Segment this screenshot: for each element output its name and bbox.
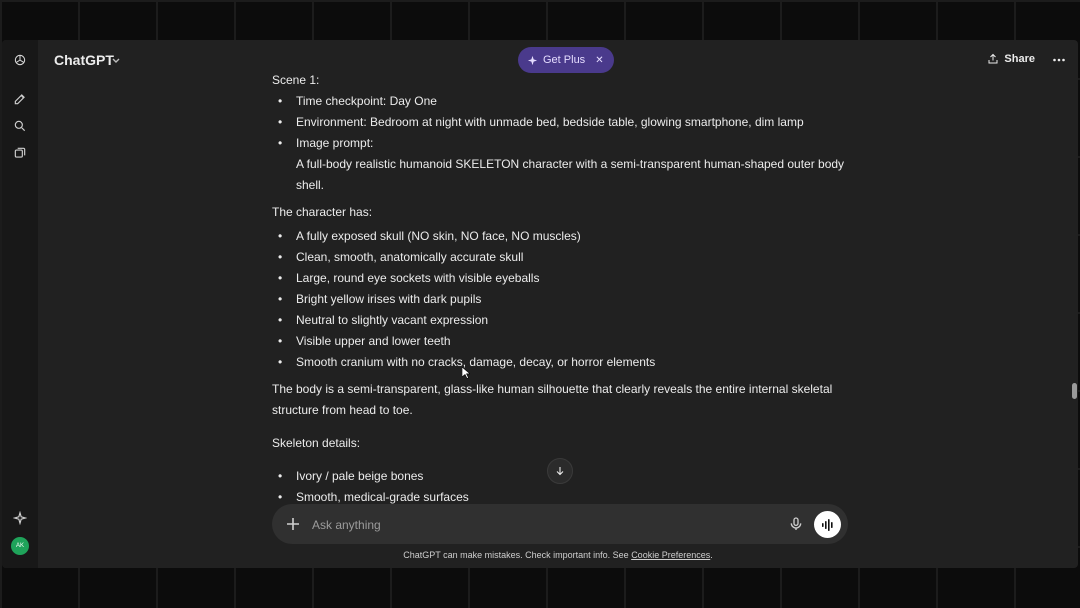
disclaimer-text: ChatGPT can make mistakes. Check importa… xyxy=(403,550,632,560)
list-item: Smooth cranium with no cracks, damage, d… xyxy=(272,352,852,373)
avatar[interactable]: AK xyxy=(11,537,29,555)
list-item: Image prompt: A full-body realistic huma… xyxy=(272,133,852,196)
library-icon[interactable] xyxy=(12,145,28,161)
voice-mode-button[interactable] xyxy=(814,511,841,538)
scene-list: Time checkpoint: Day One Environment: Be… xyxy=(272,91,852,196)
chat-input[interactable] xyxy=(310,514,734,536)
skeleton-heading: Skeleton details: xyxy=(272,436,361,450)
character-heading: The character has: xyxy=(272,205,373,219)
sparkle-icon xyxy=(527,55,538,65)
mouse-cursor-icon xyxy=(462,367,470,379)
sidebar-rail: AK xyxy=(2,40,38,568)
disclaimer-end: . xyxy=(710,550,713,560)
scroll-to-bottom-button[interactable] xyxy=(547,458,573,484)
list-item: Clean, smooth, anatomically accurate sku… xyxy=(272,247,852,268)
get-plus-label: Get Plus xyxy=(543,54,586,66)
image-prompt-text: A full-body realistic humanoid SKELETON … xyxy=(296,157,845,192)
search-icon[interactable] xyxy=(12,118,28,134)
list-item: Neutral to slightly vacant expression xyxy=(272,310,852,331)
list-item: Large, round eye sockets with visible ey… xyxy=(272,268,852,289)
list-item: Visible upper and lower teeth xyxy=(272,331,852,352)
sparkle-icon[interactable] xyxy=(12,510,28,526)
scrollbar-thumb[interactable] xyxy=(1072,383,1077,399)
body-paragraph: The body is a semi-transparent, glass-li… xyxy=(272,382,833,417)
new-chat-icon[interactable] xyxy=(12,91,28,107)
list-item: Environment: Bedroom at night with unmad… xyxy=(272,112,852,133)
list-item: A fully exposed skull (NO skin, NO face,… xyxy=(272,226,852,247)
share-icon xyxy=(988,53,998,64)
cookie-preferences-link[interactable]: Cookie Preferences xyxy=(631,550,710,560)
share-button[interactable]: Share xyxy=(987,53,1035,65)
composer xyxy=(272,504,848,544)
list-item: Bright yellow irises with dark pupils xyxy=(272,289,852,310)
assistant-message: Scene 1: Time checkpoint: Day One Enviro… xyxy=(272,70,852,508)
disclaimer: ChatGPT can make mistakes. Check importa… xyxy=(38,550,1078,560)
microphone-icon[interactable] xyxy=(788,516,804,532)
share-label: Share xyxy=(1004,53,1035,65)
image-prompt-label: Image prompt: xyxy=(296,136,374,150)
more-options-icon[interactable] xyxy=(1052,53,1066,67)
list-item: Time checkpoint: Day One xyxy=(272,91,852,112)
app-window: AK ChatGPT Get Plus ✕ Share Scene 1: Tim… xyxy=(2,40,1078,568)
chatgpt-logo-icon[interactable] xyxy=(12,52,28,68)
model-selector[interactable]: ChatGPT xyxy=(54,52,114,68)
plus-icon[interactable] xyxy=(285,516,301,532)
close-icon[interactable]: ✕ xyxy=(595,55,603,66)
character-list: A fully exposed skull (NO skin, NO face,… xyxy=(272,226,852,373)
chevron-down-icon[interactable] xyxy=(111,55,121,65)
waveform-icon xyxy=(821,518,833,531)
scene-heading: Scene 1: xyxy=(272,73,320,87)
arrow-down-icon xyxy=(556,467,564,476)
